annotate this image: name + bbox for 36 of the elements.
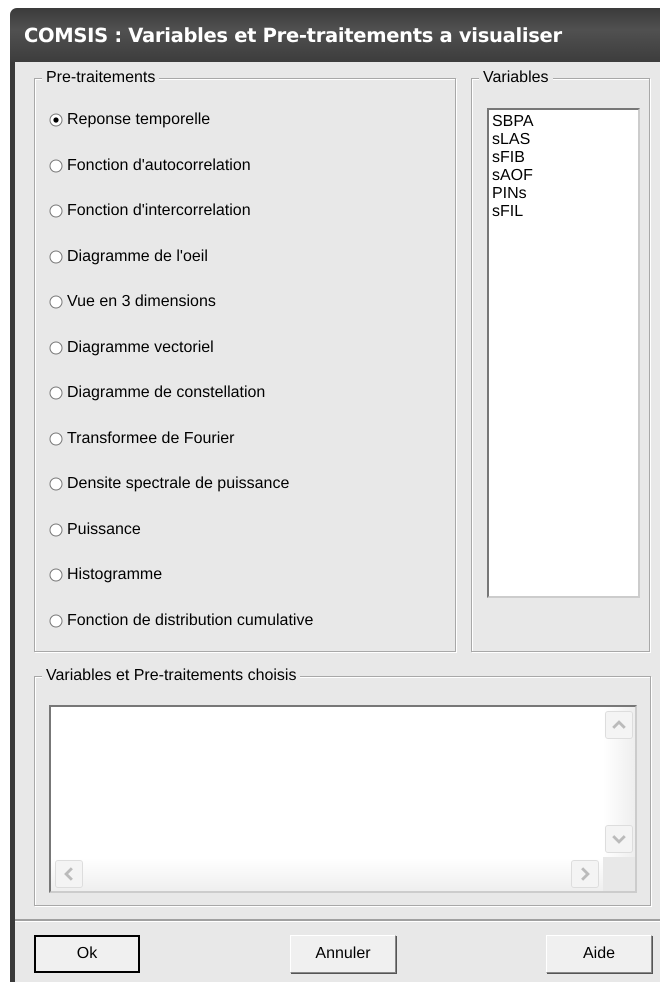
radio-icon[interactable] [49, 250, 63, 264]
radio-icon[interactable] [49, 614, 63, 628]
radio-option[interactable]: Fonction d'autocorrelation [49, 154, 455, 176]
radio-icon[interactable] [49, 295, 63, 309]
radio-option[interactable]: Fonction d'intercorrelation [49, 200, 455, 222]
variables-list[interactable]: SBPA sLAS sFIB sAOF PINs sFIL [487, 108, 640, 598]
radio-icon[interactable] [49, 568, 63, 582]
radio-option[interactable]: Histogramme [49, 564, 455, 586]
radio-icon[interactable] [49, 158, 63, 172]
dialog-button[interactable]: Aide [546, 935, 652, 973]
scrollbar-corner [603, 857, 635, 891]
radio-option[interactable]: Transformee de Fourier [49, 428, 455, 450]
list-item[interactable]: sAOF [492, 167, 635, 185]
radio-option[interactable]: Reponse temporelle [49, 109, 455, 131]
radio-option[interactable]: Diagramme de constellation [49, 382, 455, 404]
radio-icon[interactable] [49, 204, 63, 218]
radio-icon[interactable] [49, 386, 63, 400]
list-item[interactable]: sLAS [492, 131, 635, 149]
window-title: COMSIS : Variables et Pre-traitements a visualiser [24, 24, 562, 46]
radio-option[interactable]: Densite spectrale de puissance [49, 473, 455, 495]
radio-icon[interactable] [49, 522, 63, 536]
list-item[interactable]: SBPA [492, 113, 635, 131]
radio-option[interactable]: Puissance [49, 518, 455, 540]
radio-option[interactable]: Diagramme vectoriel [49, 336, 455, 358]
list-item[interactable]: sFIB [492, 149, 635, 167]
radio-icon[interactable] [49, 113, 63, 127]
radio-option[interactable]: Diagramme de l'oeil [49, 246, 455, 268]
radio-option[interactable]: Fonction de distribution cumulative [49, 610, 455, 632]
list-item[interactable]: sFIL [492, 203, 635, 221]
radio-option[interactable]: Vue en 3 dimensions [49, 291, 455, 313]
dialog-button[interactable]: Ok [34, 935, 140, 973]
dialog-button[interactable]: Annuler [290, 935, 396, 973]
radio-icon[interactable] [49, 432, 63, 446]
radio-icon[interactable] [49, 477, 63, 491]
radio-icon[interactable] [49, 340, 63, 354]
list-item[interactable]: PINs [492, 185, 635, 203]
